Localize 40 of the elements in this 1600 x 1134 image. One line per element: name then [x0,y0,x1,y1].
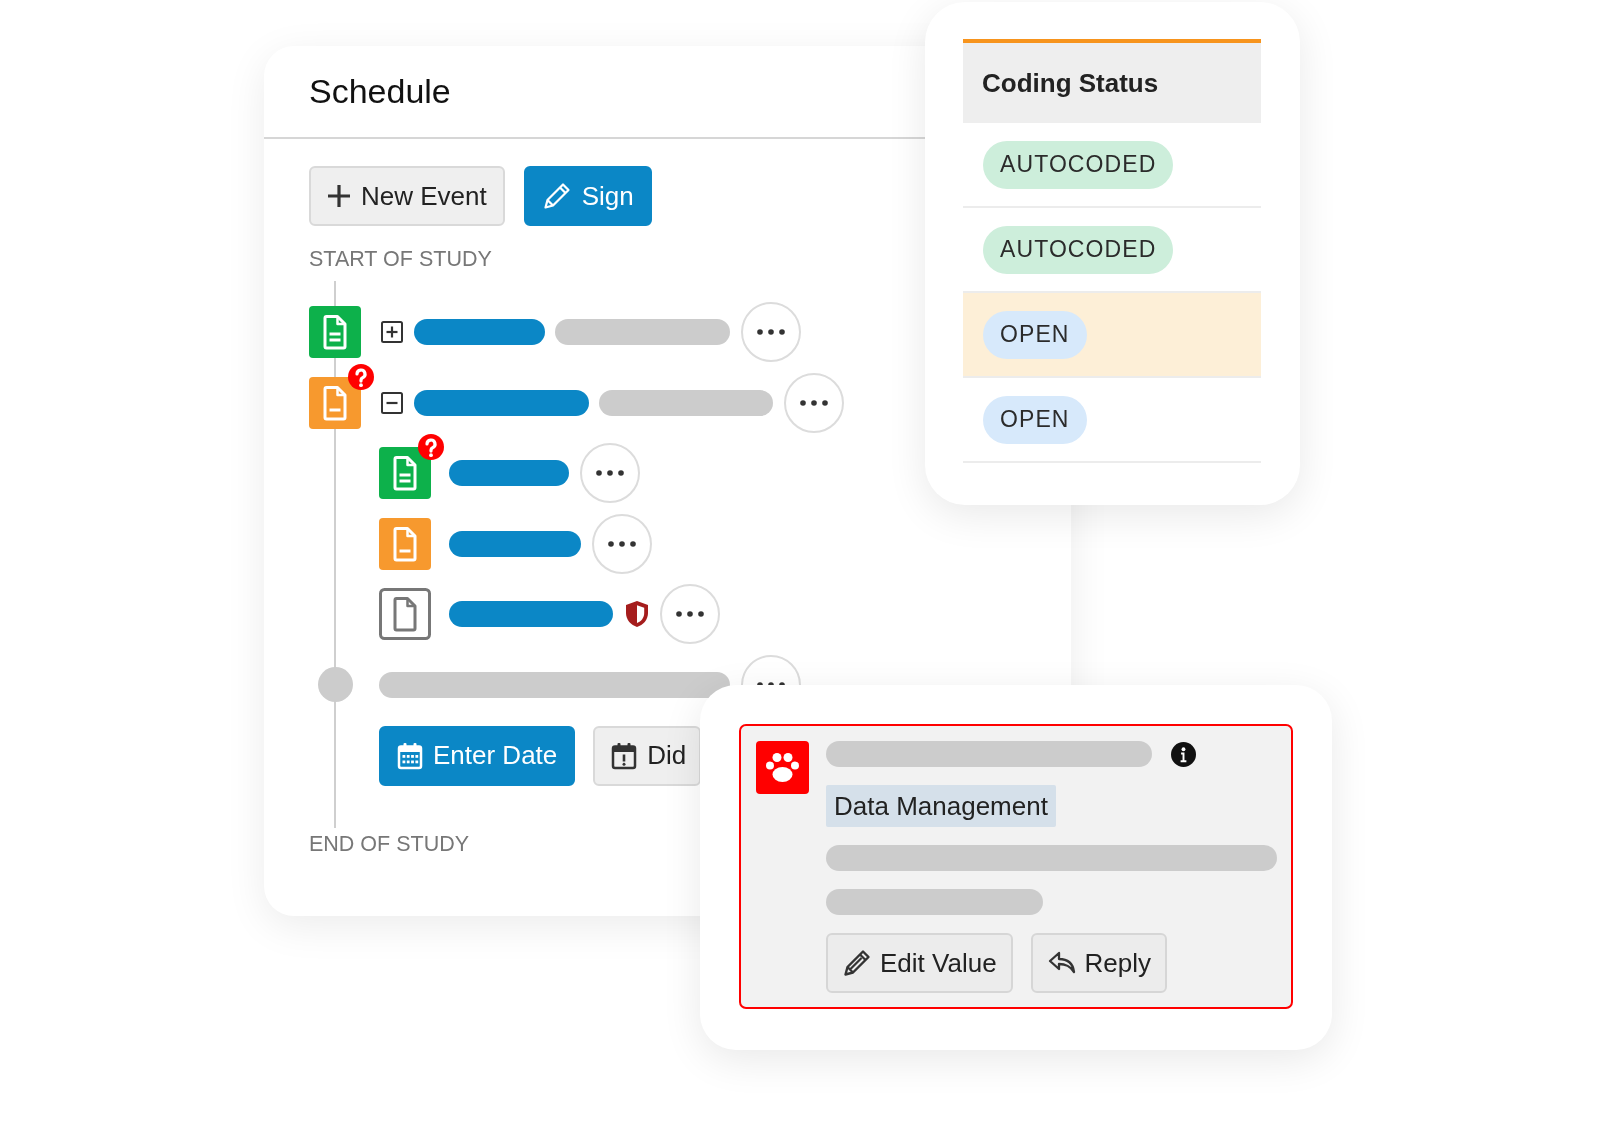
did-button[interactable]: Did [593,725,702,786]
ellipsis-icon [675,611,704,617]
status-badge: OPEN [983,310,1087,359]
enter-date-button[interactable]: Enter Date [379,725,576,786]
column-header: Coding Status [963,43,1261,123]
ellipsis-icon [595,470,624,476]
ellipsis-icon [756,329,785,335]
new-event-button[interactable]: New Event [309,166,505,226]
table-row[interactable]: AUTOCODED [963,208,1261,293]
document-icon[interactable] [379,588,431,640]
status-badge: AUTOCODED [983,140,1174,189]
reply-arrow-icon [1046,950,1077,976]
status-badge: AUTOCODED [983,225,1174,274]
info-icon[interactable] [1171,741,1196,767]
paw-icon [756,741,809,794]
section-label: END OF STUDY [309,832,470,856]
edit-value-button[interactable]: Edit Value [826,933,1013,993]
pencil-icon [541,181,572,211]
plus-box-icon[interactable] [381,321,403,343]
table-row[interactable]: AUTOCODED [963,123,1261,208]
panel-title: Schedule [309,72,451,111]
calendar-alert-icon [611,741,638,770]
ellipsis-icon [607,540,636,547]
section-label: START OF STUDY [309,247,492,271]
document-icon[interactable] [309,306,361,358]
reply-button[interactable]: Reply [1030,933,1168,993]
table-row[interactable]: OPEN [963,293,1261,378]
milestone-dot-icon [317,667,353,702]
category-tag: Data Management [826,785,1056,827]
pencil-icon [842,948,872,978]
status-badge: OPEN [983,395,1087,444]
calendar-icon [397,741,423,770]
plus-icon [327,184,351,208]
minus-box-icon[interactable] [381,391,403,414]
document-icon[interactable] [379,447,431,499]
sign-button[interactable]: Sign [523,166,652,226]
document-icon[interactable] [379,517,431,570]
ellipsis-icon [799,399,828,406]
document-icon[interactable] [309,376,361,429]
table-row[interactable]: OPEN [963,378,1261,463]
